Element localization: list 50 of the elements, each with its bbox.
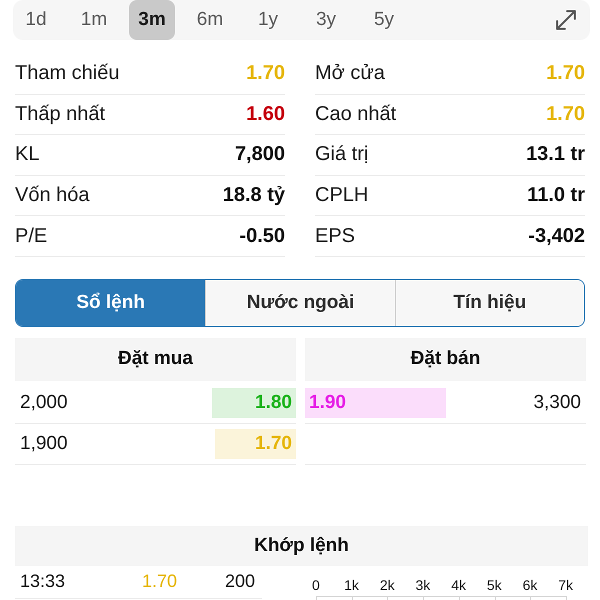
stat-value: 1.70 xyxy=(246,62,285,86)
stat-value: 1.60 xyxy=(246,102,285,126)
stat-value: 18.8 tỷ xyxy=(222,184,285,208)
bid-price: 1.80 xyxy=(212,388,296,418)
stat-value: -3,402 xyxy=(528,224,585,248)
period-tab[interactable]: 1d xyxy=(13,0,59,40)
axis-tick-label: 6k xyxy=(522,576,538,593)
period-tab[interactable]: 6m xyxy=(187,0,233,40)
stat-label: KL xyxy=(15,143,40,166)
section-tab[interactable]: Tín hiệu xyxy=(394,280,584,326)
bid-volume: 1,900 xyxy=(20,432,68,455)
period-tab[interactable]: 1m xyxy=(71,0,117,40)
stat-label: CPLH xyxy=(315,184,368,208)
period-tab[interactable]: 5y xyxy=(361,0,407,40)
axis-tick-label: 5k xyxy=(486,576,502,593)
stat-value: 1.70 xyxy=(546,62,585,86)
stat-label: EPS xyxy=(315,224,356,248)
column-header: Đặt mua xyxy=(15,338,296,381)
bid-price: 1.70 xyxy=(214,428,296,459)
bid-volume: 2,000 xyxy=(20,392,68,414)
trade-time: 13:33 xyxy=(20,571,66,592)
section-tab[interactable]: Sổ lệnh xyxy=(16,280,206,326)
axis-tick-label: 2k xyxy=(380,576,395,593)
axis-tick-label: 7k xyxy=(558,576,574,593)
axis-tick-label: 4k xyxy=(451,576,466,593)
axis-tick-label: 3k xyxy=(416,576,430,593)
stat-label: Cao nhất xyxy=(315,102,396,126)
column-header: Đặt bán xyxy=(305,338,586,381)
period-tab[interactable]: 3m xyxy=(129,0,175,40)
ask-volume: 3,300 xyxy=(533,392,581,414)
trade-price: 1.70 xyxy=(140,571,177,592)
axis-tick-label: 0 xyxy=(312,576,320,593)
stat-label: Giá trị xyxy=(315,143,368,166)
stat-label: Mở cửa xyxy=(315,62,385,86)
ask-price: 1.90 xyxy=(305,388,446,418)
stat-value: -0.50 xyxy=(239,224,285,248)
stat-label: Thấp nhất xyxy=(15,102,106,126)
stat-value: 1.70 xyxy=(546,102,585,126)
expand-icon[interactable] xyxy=(556,10,576,30)
stat-label: Tham chiếu xyxy=(15,62,120,86)
stat-value: 11.0 tr xyxy=(527,184,585,208)
stat-value: 7,800 xyxy=(234,143,285,166)
axis-tick-label: 1k xyxy=(344,576,359,593)
trade-volume: 200 xyxy=(224,571,255,592)
section-header: Khớp lệnh xyxy=(15,526,588,566)
period-tab[interactable]: 3y xyxy=(303,0,349,40)
stat-value: 13.1 tr xyxy=(526,143,585,166)
stat-label: Vốn hóa xyxy=(15,184,90,208)
stat-label: P/E xyxy=(15,224,48,248)
period-tab[interactable]: 1y xyxy=(245,0,291,40)
